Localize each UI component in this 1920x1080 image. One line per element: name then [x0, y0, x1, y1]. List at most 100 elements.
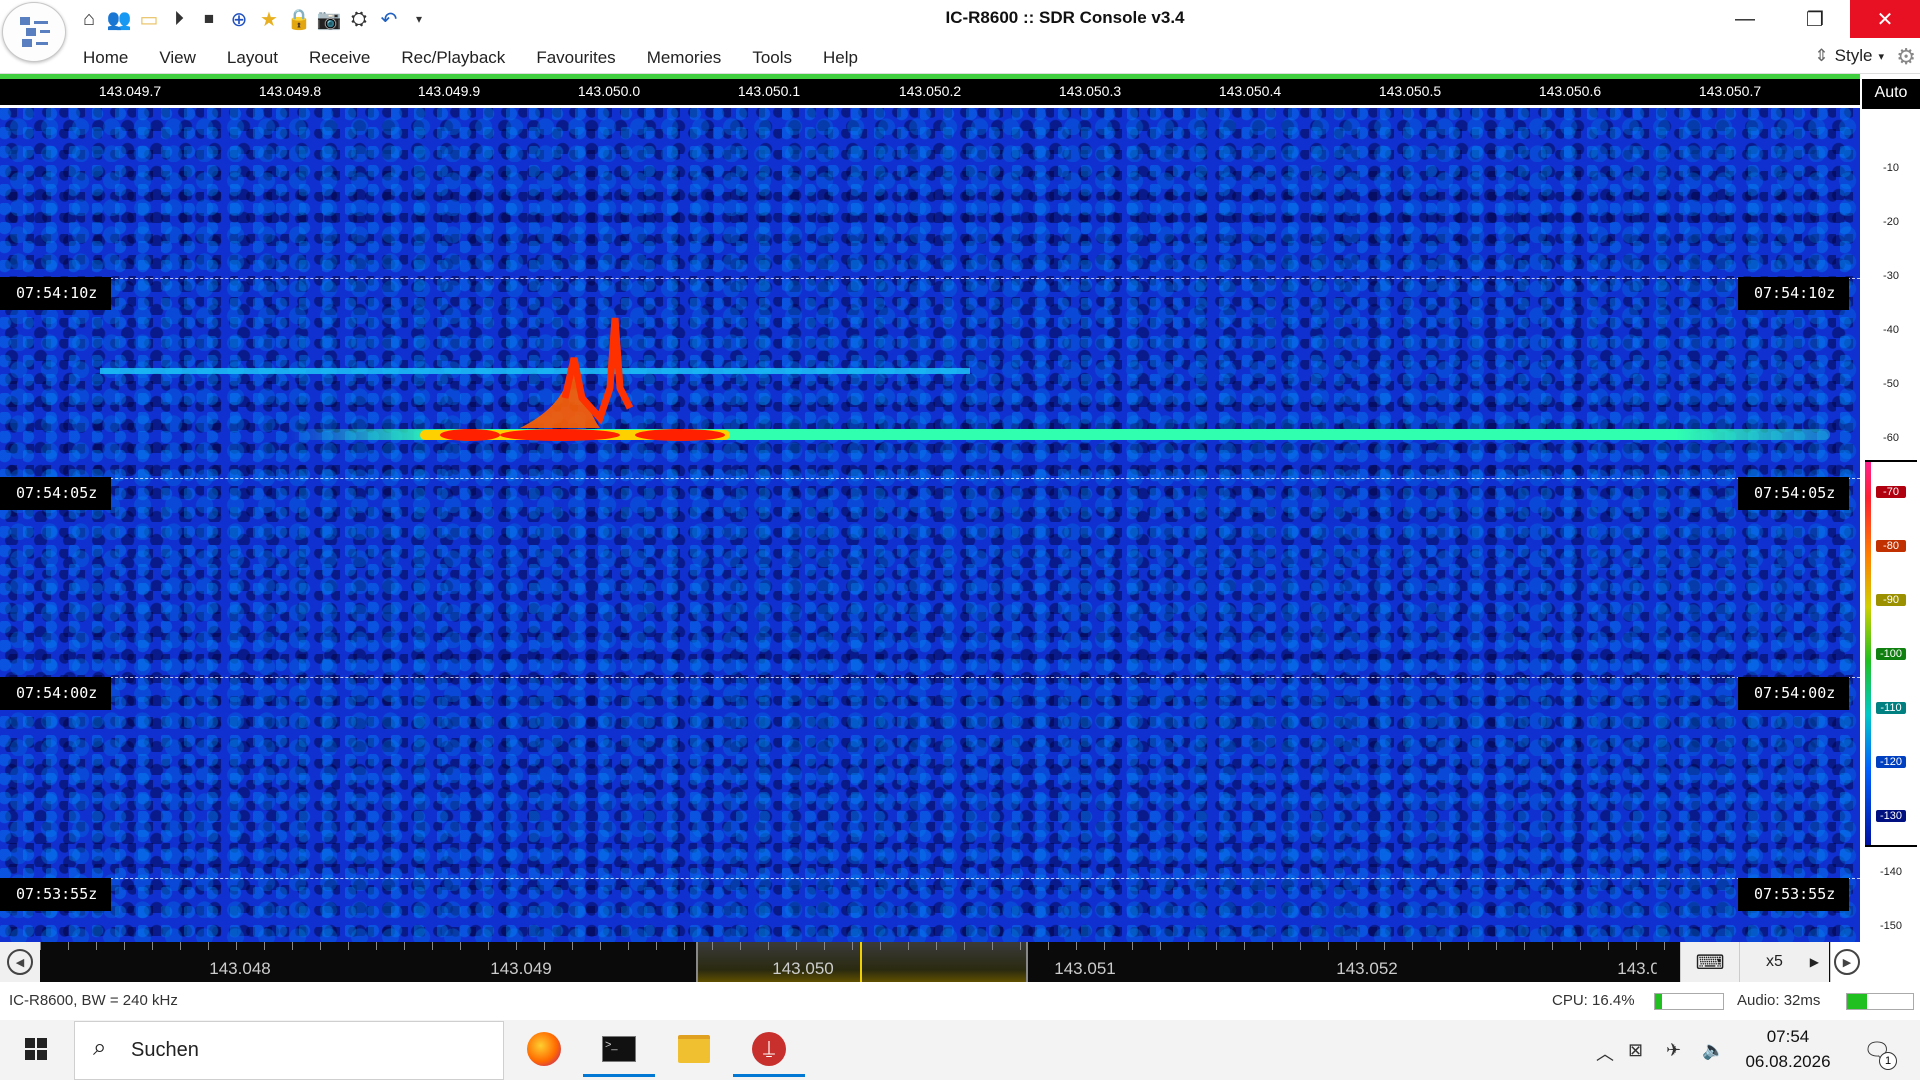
status-cpu: CPU: 16.4% [1552, 992, 1635, 1009]
db-label: -20 [1883, 216, 1899, 228]
frequency-ruler[interactable]: 143.049.7 143.049.8 143.049.9 143.050.0 … [0, 79, 1860, 105]
db-label: -50 [1883, 378, 1899, 390]
scroll-right-button[interactable]: ▶ [1830, 942, 1863, 982]
upper-signal-trace [100, 368, 970, 374]
chevron-down-icon: ▾ [1878, 50, 1884, 63]
style-dropdown[interactable]: ⇕ Style ▾ [1814, 46, 1884, 66]
overview-frequency-bar[interactable]: ◀ 143.048 143.049 143.050 143.051 143.05… [0, 942, 1860, 982]
db-label-active: -80 [1876, 540, 1906, 552]
taskbar-firefox[interactable] [508, 1020, 580, 1077]
overview-ticks [40, 942, 1680, 950]
taskbar-file-explorer[interactable] [658, 1020, 730, 1077]
app-logo-icon [20, 17, 50, 47]
freq-ruler-label: 143.050.7 [1698, 83, 1762, 99]
db-label-active: -130 [1876, 810, 1906, 822]
cpu-meter [1654, 993, 1724, 1010]
style-label: Style [1834, 46, 1873, 65]
scroll-left-button[interactable]: ◀ [0, 942, 40, 982]
freq-ruler-label: 143.049.9 [417, 83, 481, 99]
overview-freq-label: 143.049 [490, 959, 552, 978]
status-bar: IC-R8600, BW = 240 kHz CPU: 16.4% Audio:… [0, 985, 1920, 1015]
keyboard-button[interactable]: ⌨ [1680, 942, 1739, 982]
scale-range-marker[interactable] [1865, 460, 1917, 462]
color-scale-bar [1865, 460, 1871, 846]
search-icon: ⌕ [93, 1034, 107, 1061]
start-button[interactable] [0, 1020, 72, 1077]
time-marker-left: 07:54:10z [0, 277, 112, 310]
time-marker-right: 07:53:55z [1738, 878, 1850, 911]
sdr-console-icon: ⍊ [752, 1031, 786, 1066]
cpu-meter-fill [1655, 994, 1662, 1009]
menu-bar: Home View Layout Receive Rec/Playback Fa… [0, 40, 1920, 74]
settings-gear-icon[interactable]: ⚙ [1896, 44, 1916, 70]
forward-circle-icon: ▶ [1834, 949, 1860, 975]
menu-favourites[interactable]: Favourites [536, 48, 615, 68]
menu-view[interactable]: View [159, 48, 196, 68]
time-gridline [0, 278, 1860, 279]
close-button[interactable]: ✕ [1850, 0, 1920, 38]
scale-range-marker[interactable] [1865, 845, 1917, 847]
freq-ruler-label: 143.049.7 [98, 83, 162, 99]
status-audio: Audio: 32ms [1737, 992, 1821, 1009]
clock-time: 07:54 [1766, 1027, 1810, 1046]
freq-ruler-label: 143.050.2 [898, 83, 962, 99]
waterfall-display[interactable] [0, 108, 1860, 942]
time-marker-right: 07:54:00z [1738, 677, 1850, 710]
time-gridline [0, 478, 1860, 479]
db-label: -60 [1883, 432, 1899, 444]
menu-memories[interactable]: Memories [647, 48, 722, 68]
tray-chevron-up-icon[interactable]: ︿ [1596, 1040, 1614, 1066]
db-label: -10 [1883, 162, 1899, 174]
volume-icon[interactable]: 🔈 [1702, 1040, 1724, 1061]
menu-items: Home View Layout Receive Rec/Playback Fa… [70, 48, 889, 68]
db-label: -150 [1879, 920, 1903, 932]
taskbar-clock[interactable]: 07:54 06.08.2026 [1743, 1024, 1833, 1074]
menu-tools[interactable]: Tools [752, 48, 792, 68]
db-label: -40 [1883, 324, 1899, 336]
freq-ruler-label: 143.050.0 [577, 83, 641, 99]
signal-peak-spot [440, 429, 500, 441]
db-label-active: -100 [1876, 648, 1906, 660]
notification-center-button[interactable]: 🗨 1 [1855, 1030, 1901, 1070]
freq-ruler-label: 143.050.1 [737, 83, 801, 99]
network-icon[interactable]: ⊠ [1628, 1040, 1643, 1061]
time-marker-left: 07:54:05z [0, 477, 112, 510]
menu-rec-playback[interactable]: Rec/Playback [401, 48, 505, 68]
rewind-circle-icon: ◀ [7, 949, 33, 975]
title-bar: ⌂ 👥 ▭ ⏵ ⏹ ⊕ ★ 🔒 📷 ⛭ ↶ ▾ IC-R8600 :: SDR … [0, 0, 1920, 40]
auto-scale-button[interactable]: Auto [1862, 79, 1920, 109]
menu-help[interactable]: Help [823, 48, 858, 68]
freq-ruler-label: 143.050.3 [1058, 83, 1122, 99]
time-gridline [0, 677, 1860, 678]
triangle-right-icon: ▶ [1809, 955, 1819, 969]
time-marker-right: 07:54:05z [1738, 477, 1850, 510]
maximize-button[interactable]: ❐ [1780, 0, 1850, 38]
minimize-button[interactable]: — [1710, 0, 1780, 38]
overview-freq-label: 143.052 [1336, 959, 1398, 978]
audio-meter [1846, 993, 1914, 1010]
audio-meter-fill [1847, 994, 1867, 1009]
zoom-selector[interactable]: x5 ▶ [1739, 942, 1829, 982]
airplane-mode-icon[interactable]: ✈ [1666, 1040, 1681, 1061]
db-label-active: -120 [1876, 756, 1906, 768]
freq-ruler-label: 143.050.4 [1218, 83, 1282, 99]
db-label-active: -70 [1876, 486, 1906, 498]
menu-receive[interactable]: Receive [309, 48, 370, 68]
taskbar-search-box[interactable]: ⌕ Suchen [74, 1021, 504, 1080]
overview-freq-label: 143.053 [1617, 959, 1679, 978]
search-placeholder: Suchen [131, 1039, 199, 1061]
db-label-active: -110 [1876, 702, 1906, 714]
clock-date: 06.08.2026 [1745, 1052, 1831, 1071]
folder-icon [678, 1034, 710, 1063]
overview-freq-label: 143.051 [1054, 959, 1116, 978]
overview-freq-label: 143.050 [772, 959, 834, 978]
taskbar-sdr-console[interactable]: ⍊ [733, 1020, 805, 1077]
time-marker-left: 07:54:00z [0, 677, 112, 710]
signal-peak-spot [635, 429, 725, 441]
zoom-value: x5 [1766, 953, 1783, 970]
freq-ruler-label: 143.050.6 [1538, 83, 1602, 99]
taskbar-terminal[interactable]: >_ [583, 1020, 655, 1077]
menu-home[interactable]: Home [83, 48, 128, 68]
app-menu-button[interactable] [2, 2, 66, 62]
menu-layout[interactable]: Layout [227, 48, 278, 68]
